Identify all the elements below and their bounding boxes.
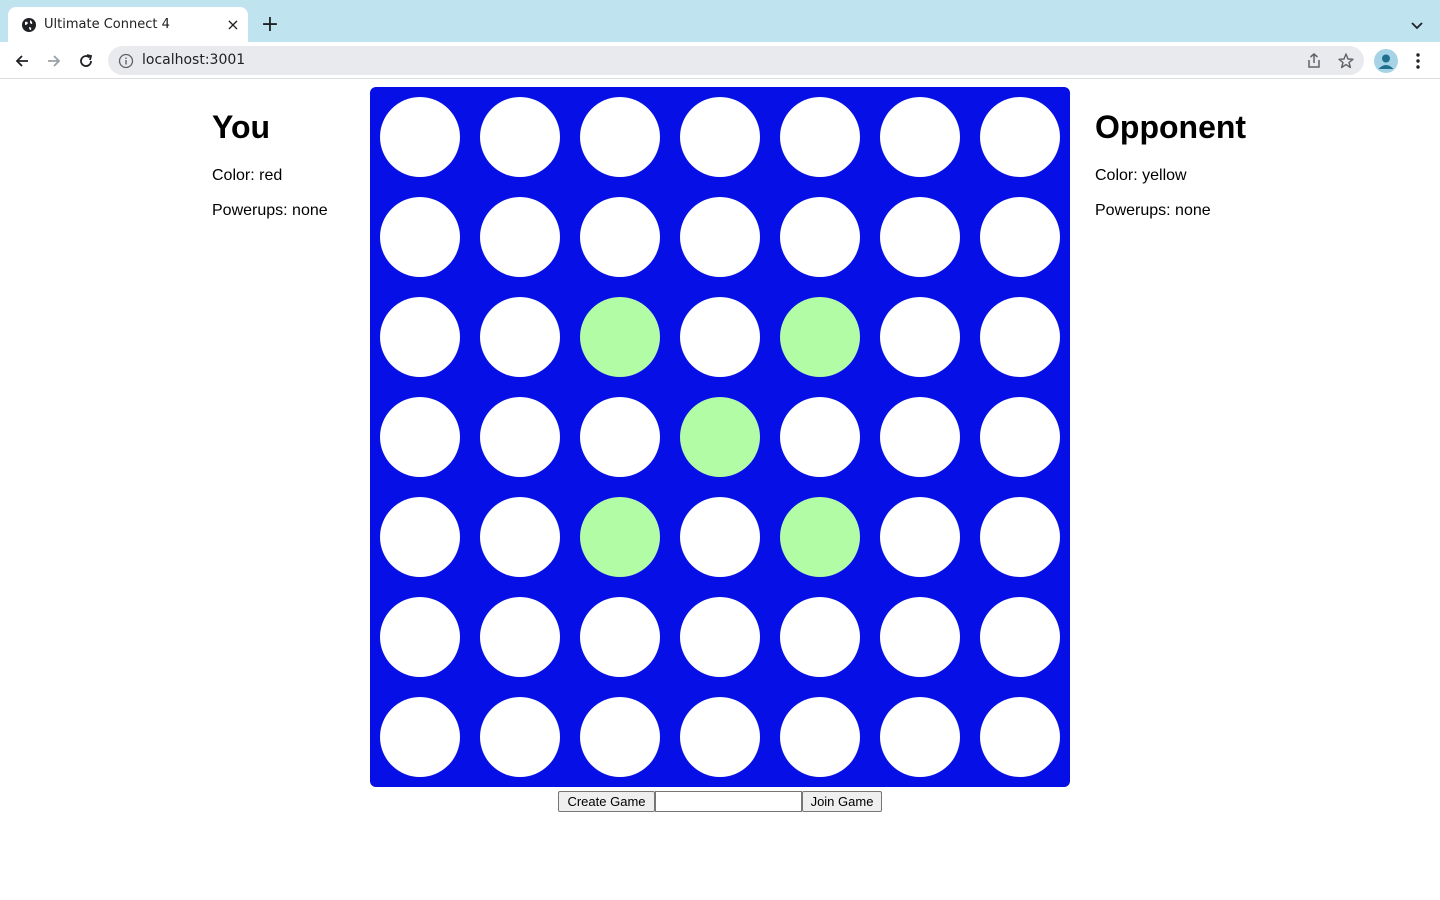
board-cell[interactable] [480,497,560,577]
board-cell[interactable] [980,397,1060,477]
board-cell[interactable] [380,697,460,777]
create-game-button[interactable]: Create Game [558,791,655,812]
address-bar[interactable]: localhost:3001 [108,46,1364,75]
opponent-color: Color: yellow [1095,167,1187,184]
board-cell[interactable] [380,97,460,177]
board-cell[interactable] [680,197,760,277]
board-cell[interactable] [580,597,660,677]
board-cell[interactable] [580,397,660,477]
board-cell[interactable] [980,297,1060,377]
board-cell-highlighted[interactable] [780,497,860,577]
browser-tab[interactable]: Ultimate Connect 4 × [8,7,248,42]
game-id-input[interactable] [655,791,802,812]
board-cell[interactable] [580,97,660,177]
more-vert-icon[interactable] [1408,50,1428,72]
close-tab-icon[interactable]: × [224,15,242,34]
board-cell[interactable] [380,597,460,677]
board-cell-highlighted[interactable] [580,297,660,377]
board-cell[interactable] [680,597,760,677]
back-arrow-icon [15,55,28,67]
you-powerups: Powerups: none [212,202,328,219]
board-cell[interactable] [380,397,460,477]
forward-button[interactable] [41,48,67,74]
board-cell[interactable] [580,697,660,777]
board-cell[interactable] [780,597,860,677]
board-cell[interactable] [980,697,1060,777]
tab-title: Ultimate Connect 4 [44,17,170,32]
board-cell[interactable] [680,697,760,777]
browser-tab-bar: Ultimate Connect 4 × + [0,0,1440,42]
opponent-panel: Opponent Color: yellow Powerups: none [1095,108,1247,219]
board-cell[interactable] [980,497,1060,577]
url-text: localhost:3001 [142,52,246,68]
board-cell[interactable] [480,97,560,177]
board-cell[interactable] [780,397,860,477]
you-color: Color: red [212,167,283,184]
board-cell[interactable] [880,597,960,677]
profile-avatar[interactable] [1374,49,1398,73]
game-board [370,87,1070,787]
share-icon[interactable] [1304,51,1324,71]
board-cell[interactable] [880,497,960,577]
opponent-heading: Opponent [1095,109,1247,145]
board-cell[interactable] [980,197,1060,277]
board-cell[interactable] [480,697,560,777]
board-cell[interactable] [780,197,860,277]
join-game-button[interactable]: Join Game [802,791,882,812]
board-cell[interactable] [580,197,660,277]
board-cell[interactable] [880,197,960,277]
person-icon [1378,54,1394,69]
forward-arrow-icon [48,55,61,67]
board-cell[interactable] [380,197,460,277]
game-controls: Create Game Join Game [558,791,882,812]
board-cell[interactable] [680,97,760,177]
board-cell-highlighted[interactable] [780,297,860,377]
board-cell[interactable] [780,97,860,177]
board-cell[interactable] [680,497,760,577]
board-cell[interactable] [380,297,460,377]
browser-toolbar: localhost:3001 [0,42,1440,79]
chevron-down-icon[interactable] [1406,14,1428,36]
you-heading: You [212,109,271,145]
you-panel: You Color: red Powerups: none [212,108,328,219]
board-cell[interactable] [880,697,960,777]
board-cell[interactable] [480,597,560,677]
board-cell[interactable] [480,197,560,277]
board-cell[interactable] [480,297,560,377]
bookmark-star-icon[interactable] [1336,51,1356,71]
opponent-powerups: Powerups: none [1095,202,1211,219]
board-cell[interactable] [980,597,1060,677]
reload-button[interactable] [73,48,99,74]
board-cell[interactable] [880,97,960,177]
board-cell-highlighted[interactable] [580,497,660,577]
board-cell-highlighted[interactable] [680,397,760,477]
globe-icon [22,18,36,32]
new-tab-button[interactable]: + [258,12,282,37]
board-cell[interactable] [780,697,860,777]
board-cell[interactable] [380,497,460,577]
board-cell[interactable] [480,397,560,477]
info-icon[interactable] [118,53,134,69]
back-button[interactable] [9,48,35,74]
board-cell[interactable] [980,97,1060,177]
reload-icon [80,54,93,67]
board-cell[interactable] [680,297,760,377]
board-cell[interactable] [880,397,960,477]
board-cell[interactable] [880,297,960,377]
